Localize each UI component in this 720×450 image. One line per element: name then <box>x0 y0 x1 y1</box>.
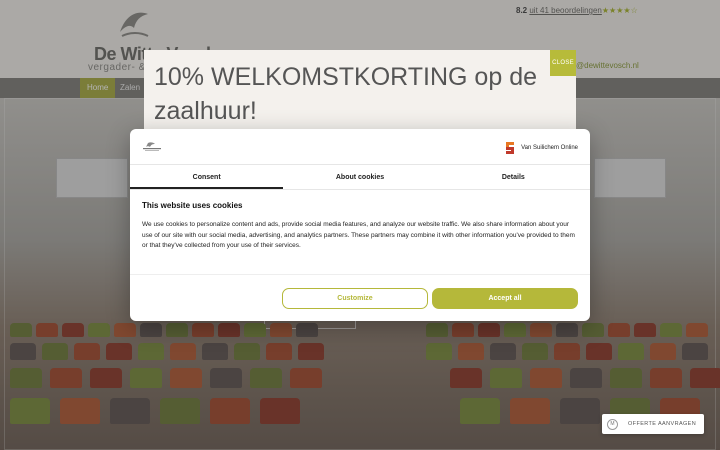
customize-button[interactable]: Customize <box>282 288 428 309</box>
provider-name: Van Suilichem Online <box>521 145 578 151</box>
provider-branding: Van Suilichem Online <box>505 140 578 156</box>
site-logo-small-icon <box>143 142 161 151</box>
cookie-dialog: Van Suilichem Online Consent About cooki… <box>130 129 590 321</box>
cookie-divider <box>130 274 590 275</box>
cookie-text: We use cookies to personalize content an… <box>142 221 575 249</box>
cookie-header: Van Suilichem Online <box>130 129 590 165</box>
offerte-widget[interactable]: M OFFERTE AANVRAGEN <box>602 414 704 434</box>
accept-all-button[interactable]: Accept all <box>432 288 578 309</box>
cookie-tabs: Consent About cookies Details <box>130 166 590 190</box>
provider-logo-icon <box>506 142 515 154</box>
offerte-icon: M <box>607 418 618 430</box>
promo-title: 10% WELKOMSTKORTING op de zaalhuur! <box>154 63 537 125</box>
offerte-label: OFFERTE AANVRAGEN <box>628 421 697 427</box>
promo-close-button[interactable]: CLOSE <box>550 50 576 76</box>
tab-about-cookies[interactable]: About cookies <box>283 166 436 189</box>
cookie-title: This website uses cookies <box>142 201 243 210</box>
tab-details[interactable]: Details <box>437 166 590 189</box>
tab-consent[interactable]: Consent <box>130 166 284 189</box>
cookie-body: This website uses cookies We use cookies… <box>142 201 578 252</box>
